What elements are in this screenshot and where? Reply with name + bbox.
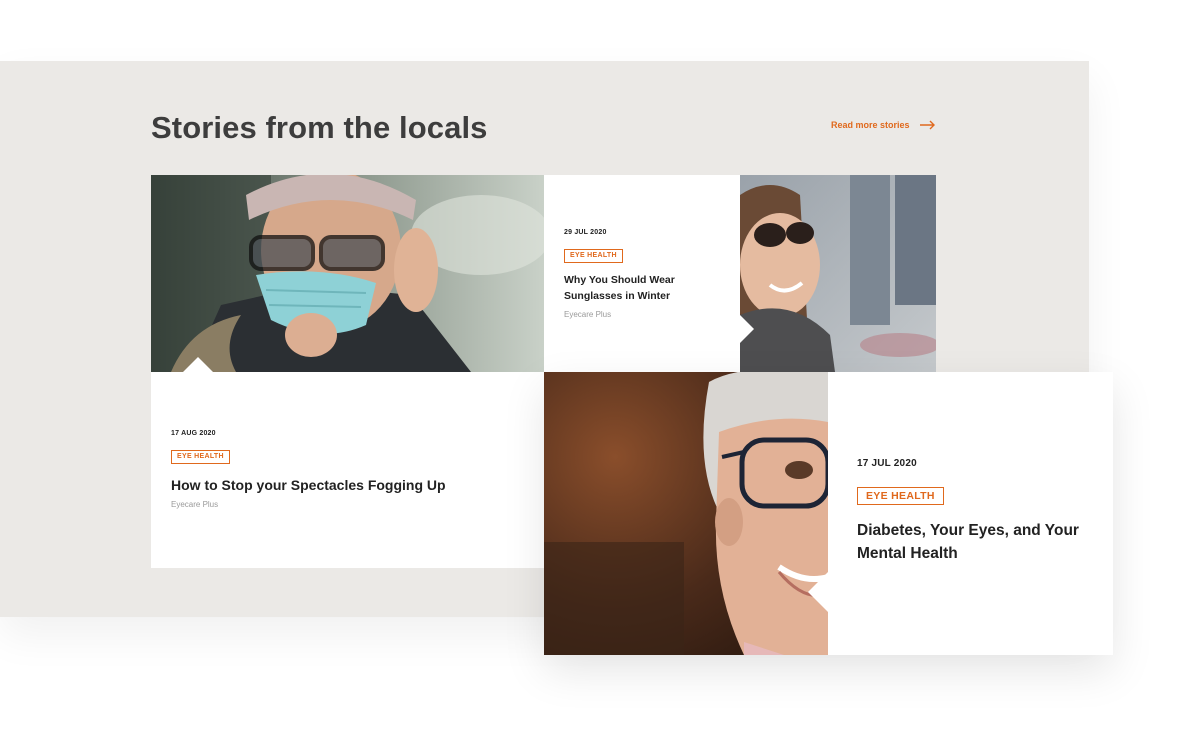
story-card-body[interactable] — [151, 372, 544, 568]
read-more-label: Read more stories — [831, 120, 910, 130]
story-image[interactable] — [151, 175, 544, 372]
story-image[interactable] — [544, 372, 828, 655]
read-more-link[interactable]: Read more stories — [831, 120, 936, 130]
image-pointer — [740, 315, 754, 343]
story-title[interactable]: Why You Should Wear Sunglasses in Winter — [564, 272, 714, 304]
story-title[interactable]: How to Stop your Spectacles Fogging Up — [171, 476, 511, 494]
image-pointer — [808, 572, 828, 612]
story-date: 17 JUL 2020 — [857, 458, 917, 469]
story-card-3[interactable]: 17 JUL 2020 EYE HEALTH Diabetes, Your Ey… — [544, 372, 1113, 655]
section-title: Stories from the locals — [151, 110, 488, 145]
story-author: Eyecare Plus — [171, 500, 219, 509]
story-card-body[interactable] — [828, 372, 1113, 655]
story-date: 17 AUG 2020 — [171, 430, 216, 437]
story-title[interactable]: Diabetes, Your Eyes, and Your Mental Hea… — [857, 519, 1097, 565]
arrow-right-icon — [919, 120, 935, 130]
category-tag[interactable]: EYE HEALTH — [564, 249, 623, 263]
image-pointer — [183, 357, 213, 372]
story-image[interactable] — [740, 175, 936, 372]
story-author: Eyecare Plus — [564, 310, 612, 319]
category-tag[interactable]: EYE HEALTH — [171, 450, 230, 464]
story-date: 29 JUL 2020 — [564, 229, 607, 236]
category-tag[interactable]: EYE HEALTH — [857, 487, 944, 505]
